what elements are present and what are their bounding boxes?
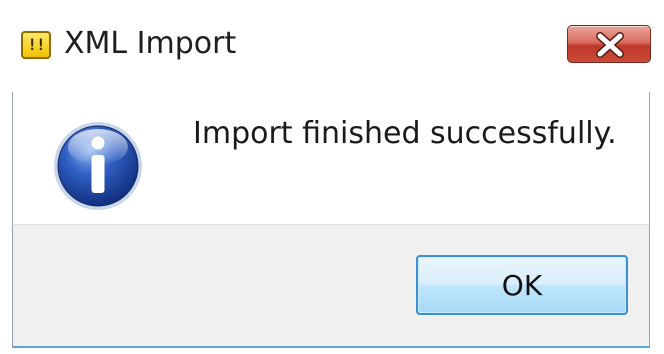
dialog-message: Import finished successfully. xyxy=(193,116,617,151)
app-warning-icon: !! xyxy=(21,31,51,59)
close-button[interactable] xyxy=(567,25,651,63)
info-icon xyxy=(54,122,142,210)
close-icon xyxy=(596,32,624,58)
ok-button[interactable]: OK xyxy=(416,255,628,315)
window-title: XML Import xyxy=(64,26,237,61)
title-bar[interactable]: !! XML Import xyxy=(0,0,664,92)
message-dialog: !! XML Import Import finished successful… xyxy=(0,0,664,354)
app-icon-glyph: !! xyxy=(27,35,45,54)
dialog-footer: OK xyxy=(12,224,650,348)
dialog-content: Import finished successfully. xyxy=(12,92,650,224)
